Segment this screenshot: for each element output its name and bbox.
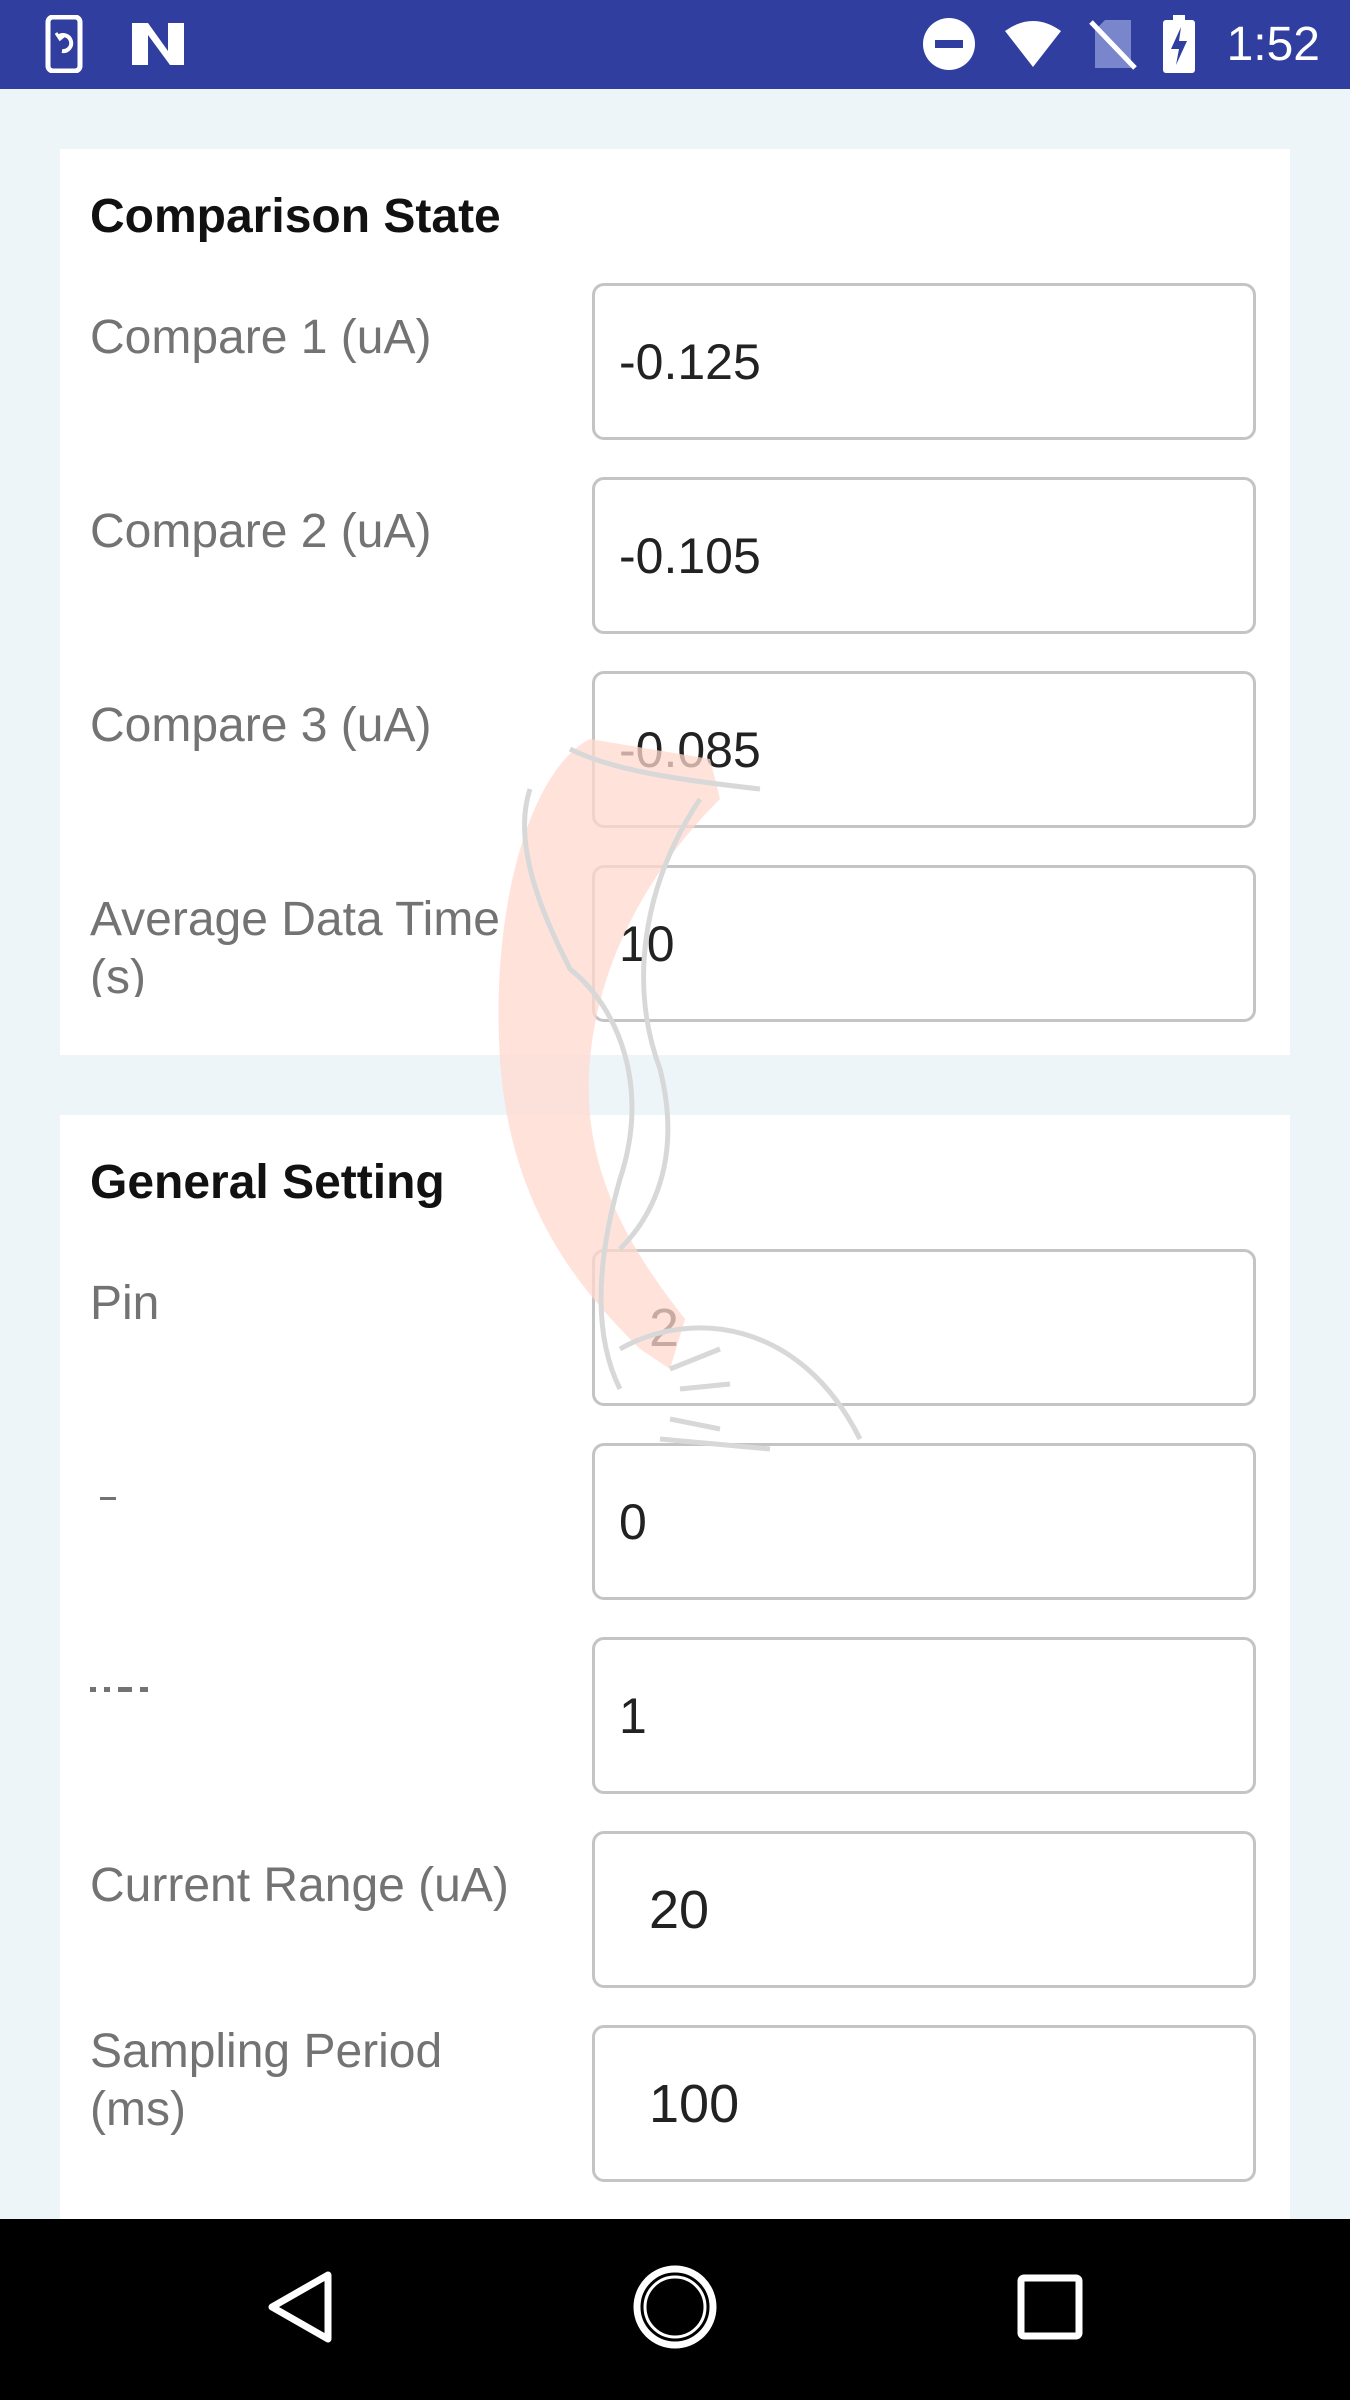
navigation-bar — [0, 2219, 1350, 2400]
scroll-content[interactable]: Comparison State Compare 1 (uA) -0.125 C… — [0, 89, 1350, 2219]
setting-input-2[interactable]: 0 — [592, 1443, 1256, 1600]
obscured-label — [90, 1497, 290, 1503]
status-bar: 1:52 — [0, 0, 1350, 89]
average-data-time-input[interactable]: 10 — [592, 865, 1256, 1022]
pin-label: Pin — [90, 1277, 160, 1330]
battery-charging-icon — [1162, 15, 1195, 73]
back-icon — [260, 2267, 340, 2352]
recents-button[interactable] — [1000, 2259, 1100, 2359]
do-not-disturb-icon — [921, 16, 977, 72]
obscured-label — [90, 1687, 290, 1693]
back-button[interactable] — [250, 2259, 350, 2359]
compare-2-label: Compare 2 (uA) — [90, 505, 432, 558]
card-title: Comparison State — [90, 190, 501, 243]
general-setting-card: General Setting Pin 2 0 1 Current Range … — [60, 1115, 1290, 2219]
compare-3-input[interactable]: -0.085 — [592, 671, 1256, 828]
setting-input-3[interactable]: 1 — [592, 1637, 1256, 1794]
phone-sync-icon — [44, 15, 92, 73]
clock: 1:52 — [1226, 17, 1320, 71]
pin-input[interactable]: 2 — [592, 1249, 1256, 1406]
home-icon — [630, 2262, 720, 2357]
compare-1-label: Compare 1 (uA) — [90, 311, 432, 364]
current-range-input[interactable]: 20 — [592, 1831, 1256, 1988]
wifi-icon — [1003, 19, 1063, 69]
current-range-label: Current Range (uA) — [90, 1859, 509, 1912]
sampling-period-label: Sampling Period (ms) — [90, 2025, 443, 2136]
compare-1-input[interactable]: -0.125 — [592, 283, 1256, 440]
card-title: General Setting — [90, 1156, 445, 1209]
compare-3-label: Compare 3 (uA) — [90, 699, 432, 752]
no-sim-icon — [1088, 18, 1137, 70]
average-data-time-label: Average Data Time (s) — [90, 893, 500, 997]
sampling-period-input[interactable]: 100 — [592, 2025, 1256, 2182]
home-button[interactable] — [625, 2259, 725, 2359]
recents-icon — [1015, 2272, 1085, 2347]
comparison-state-card: Comparison State Compare 1 (uA) -0.125 C… — [60, 149, 1290, 1055]
compare-2-input[interactable]: -0.105 — [592, 477, 1256, 634]
n-logo-icon — [130, 21, 186, 67]
